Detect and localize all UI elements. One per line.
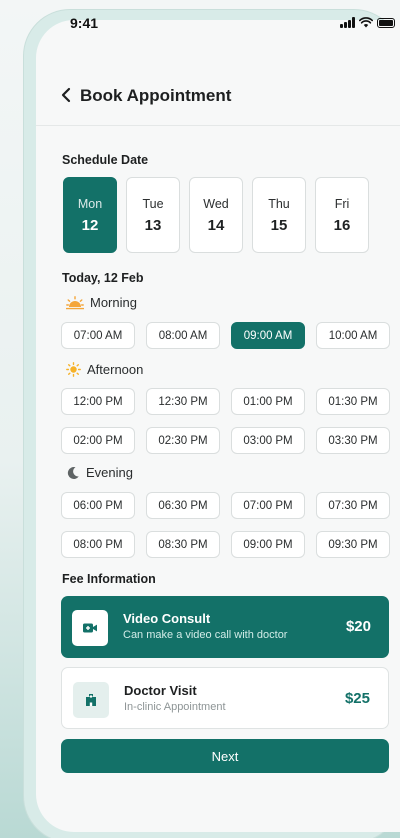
day-mon[interactable]: Mon 12 bbox=[63, 177, 117, 253]
time-slot[interactable]: 01:30 PM bbox=[316, 388, 390, 415]
evening-heading: Evening bbox=[66, 465, 133, 480]
morning-slots: 07:00 AM 08:00 AM 09:00 AM 10:00 AM bbox=[61, 322, 390, 349]
day-fri[interactable]: Fri 16 bbox=[315, 177, 369, 253]
fee-price: $20 bbox=[345, 618, 371, 635]
page-title: Book Appointment bbox=[80, 86, 232, 105]
video-camera-icon bbox=[83, 623, 97, 633]
time-slot[interactable]: 07:30 PM bbox=[316, 492, 390, 519]
signal-icon bbox=[340, 17, 355, 28]
fee-title: Video Consult bbox=[123, 611, 211, 626]
time-slot-selected[interactable]: 09:00 AM bbox=[231, 322, 305, 349]
hospital-icon bbox=[86, 694, 96, 706]
time-slot[interactable]: 12:00 PM bbox=[61, 388, 135, 415]
evening-slots: 06:00 PM 06:30 PM 07:00 PM 07:30 PM 08:0… bbox=[61, 492, 390, 558]
day-date: 16 bbox=[333, 216, 351, 234]
time-slot[interactable]: 06:00 PM bbox=[61, 492, 135, 519]
fee-subtitle: Can make a video call with doctor bbox=[123, 629, 288, 641]
wifi-icon bbox=[359, 17, 373, 28]
time-slot[interactable]: 08:00 AM bbox=[146, 322, 220, 349]
day-wed[interactable]: Wed 14 bbox=[189, 177, 243, 253]
time-slot[interactable]: 08:30 PM bbox=[146, 531, 220, 558]
time-slot[interactable]: 10:00 AM bbox=[316, 322, 390, 349]
time-slot[interactable]: 03:00 PM bbox=[231, 427, 305, 454]
time-slot[interactable]: 12:30 PM bbox=[146, 388, 220, 415]
next-button[interactable]: Next bbox=[61, 739, 389, 773]
schedule-date-label: Schedule Date bbox=[62, 153, 149, 167]
fee-option-video-consult[interactable]: Video Consult Can make a video call with… bbox=[61, 596, 389, 658]
time-slot[interactable]: 01:00 PM bbox=[231, 388, 305, 415]
fee-title: Doctor Visit bbox=[124, 683, 197, 698]
day-date: 13 bbox=[144, 216, 162, 234]
day-date: 12 bbox=[81, 216, 99, 234]
time-slot[interactable]: 02:30 PM bbox=[146, 427, 220, 454]
day-name: Thu bbox=[268, 196, 290, 211]
sunrise-icon bbox=[66, 295, 84, 309]
fee-price: $25 bbox=[344, 690, 370, 707]
today-label: Today, 12 Feb bbox=[62, 271, 144, 285]
fee-information-label: Fee Information bbox=[62, 572, 156, 586]
day-date: 14 bbox=[207, 216, 225, 234]
fee-icon-container bbox=[73, 682, 109, 718]
time-slot[interactable]: 07:00 PM bbox=[231, 492, 305, 519]
afternoon-slots: 12:00 PM 12:30 PM 01:00 PM 01:30 PM 02:0… bbox=[61, 388, 390, 454]
app-header: Book Appointment bbox=[36, 68, 400, 126]
day-tue[interactable]: Tue 13 bbox=[126, 177, 180, 253]
fee-subtitle: In-clinic Appointment bbox=[124, 701, 226, 713]
status-bar: 9:41 bbox=[36, 15, 395, 41]
day-date: 15 bbox=[270, 216, 288, 234]
day-name: Fri bbox=[334, 196, 350, 211]
time-slot[interactable]: 06:30 PM bbox=[146, 492, 220, 519]
status-time: 9:41 bbox=[70, 15, 99, 31]
day-name: Tue bbox=[142, 196, 164, 211]
system-icons bbox=[340, 17, 395, 28]
day-name: Wed bbox=[203, 196, 229, 211]
date-picker: Mon 12 Tue 13 Wed 14 Thu 15 Fri 16 bbox=[63, 177, 369, 253]
back-arrow-icon[interactable] bbox=[60, 86, 72, 104]
time-slot[interactable]: 09:00 PM bbox=[231, 531, 305, 558]
time-slot[interactable]: 07:00 AM bbox=[61, 322, 135, 349]
fee-option-doctor-visit[interactable]: Doctor Visit In-clinic Appointment $25 bbox=[61, 667, 389, 729]
morning-heading: Morning bbox=[66, 295, 137, 310]
time-slot[interactable]: 08:00 PM bbox=[61, 531, 135, 558]
time-slot[interactable]: 02:00 PM bbox=[61, 427, 135, 454]
day-name: Mon bbox=[77, 196, 103, 211]
fee-icon-container bbox=[72, 610, 108, 646]
sun-icon bbox=[66, 362, 81, 377]
time-slot[interactable]: 03:30 PM bbox=[316, 427, 390, 454]
time-slot[interactable]: 09:30 PM bbox=[316, 531, 390, 558]
afternoon-label: Afternoon bbox=[87, 362, 144, 377]
day-thu[interactable]: Thu 15 bbox=[252, 177, 306, 253]
moon-icon bbox=[67, 466, 79, 479]
evening-label: Evening bbox=[86, 465, 133, 480]
morning-label: Morning bbox=[90, 295, 137, 310]
afternoon-heading: Afternoon bbox=[66, 362, 143, 377]
battery-icon bbox=[377, 18, 395, 28]
